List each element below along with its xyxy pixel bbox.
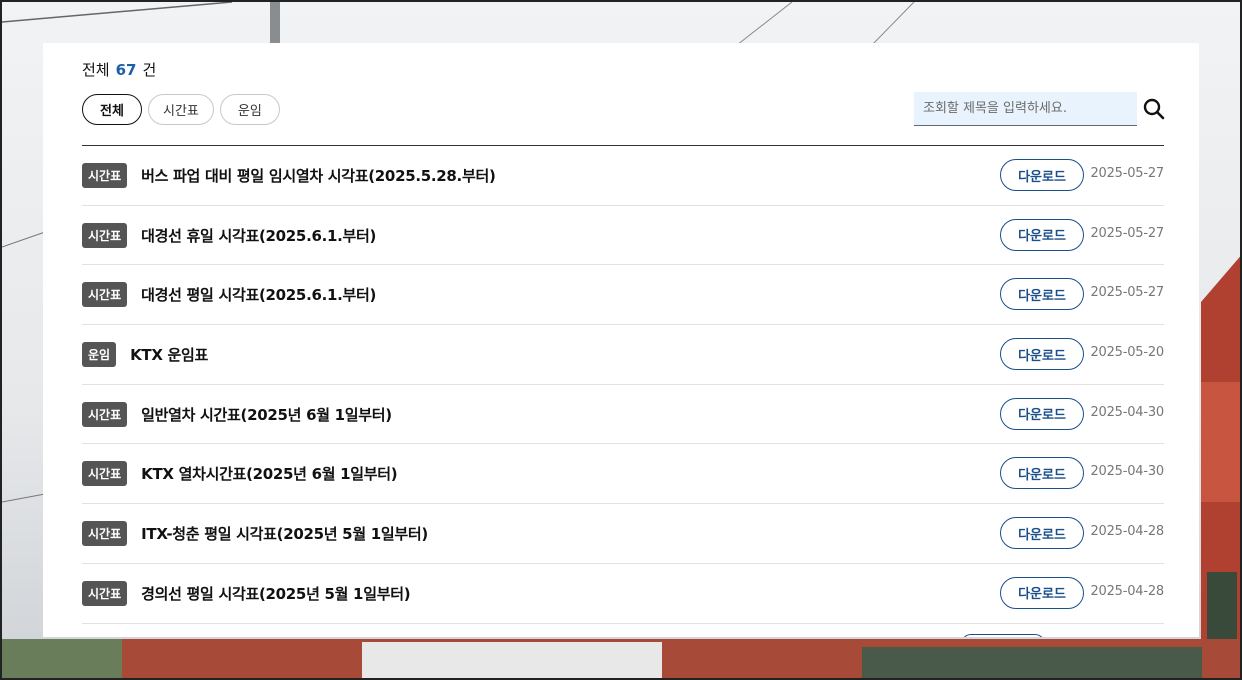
item-date: 2025-05-27 [1090, 166, 1164, 181]
list-item: 시간표 경의선 평일 시각표(2025년 5월 1일부터) 다운로드 2025-… [82, 564, 1164, 624]
item-title[interactable]: 버스 파업 대비 평일 임시열차 시각표(2025.5.28.부터) [141, 165, 496, 186]
timetable-board-panel: 전체 67 건 전체 시간표 운임 시간표 버스 파업 대비 평일 임시열차 시… [43, 43, 1199, 637]
search-button[interactable] [1141, 96, 1167, 122]
download-button[interactable]: 다운로드 [1000, 278, 1084, 311]
list-item: 시간표 일반열차 시간표(2025년 6월 1일부터) 다운로드 2025-04… [82, 385, 1164, 445]
item-date: 2025-04-28 [1090, 524, 1164, 540]
list-item: 시간표 버스 파업 대비 평일 임시열차 시각표(2025.5.28.부터) 다… [82, 146, 1164, 206]
category-badge: 시간표 [82, 401, 128, 427]
download-button[interactable]: 다운로드 [1000, 159, 1084, 191]
download-button[interactable]: 다운로드 [1000, 218, 1084, 251]
category-badge: 시간표 [82, 282, 128, 308]
category-filter: 전체 시간표 운임 [82, 94, 280, 125]
category-badge: 운임 [82, 341, 117, 367]
category-badge: 시간표 [82, 520, 128, 546]
total-number: 67 [115, 61, 137, 79]
item-title[interactable]: 일반열차 시간표(2025년 6월 1일부터) [141, 404, 392, 425]
total-count: 전체 67 건 [82, 59, 156, 80]
file-list: 시간표 버스 파업 대비 평일 임시열차 시각표(2025.5.28.부터) 다… [82, 145, 1164, 624]
item-title[interactable]: ITX-청춘 평일 시각표(2025년 5월 1일부터) [141, 523, 428, 544]
total-label: 전체 [82, 61, 110, 79]
item-title[interactable]: 대경선 휴일 시각표(2025.6.1.부터) [141, 225, 376, 246]
filter-all[interactable]: 전체 [82, 94, 142, 125]
category-badge: 시간표 [82, 222, 128, 248]
download-button[interactable]: 다운로드 [1000, 397, 1084, 430]
search-input[interactable] [914, 92, 1137, 125]
item-title[interactable]: KTX 열차시간표(2025년 6월 1일부터) [141, 463, 398, 484]
search-icon [1143, 98, 1165, 120]
item-title[interactable]: 경의선 평일 시각표(2025년 5월 1일부터) [141, 583, 410, 604]
download-button[interactable]: 다운로드 [1000, 517, 1084, 550]
list-item: 시간표 ITX-청춘 평일 시각표(2025년 5월 1일부터) 다운로드 20… [82, 504, 1164, 564]
list-item: 시간표 KTX 열차시간표(2025년 6월 1일부터) 다운로드 2025-0… [82, 444, 1164, 505]
category-badge: 시간표 [82, 461, 128, 487]
item-date: 2025-04-30 [1090, 464, 1164, 480]
item-title[interactable]: KTX 운임표 [130, 344, 208, 365]
item-date: 2025-04-30 [1090, 404, 1164, 420]
item-date: 2025-05-27 [1090, 225, 1164, 241]
list-item: 시간표 대경선 휴일 시각표(2025.6.1.부터) 다운로드 2025-05… [82, 206, 1164, 266]
item-title[interactable]: 대경선 평일 시각표(2025.6.1.부터) [141, 284, 376, 305]
list-item: 시간표 대경선 평일 시각표(2025.6.1.부터) 다운로드 2025-05… [82, 265, 1164, 326]
download-button[interactable]: 다운로드 [1000, 576, 1084, 609]
total-unit: 건 [142, 61, 157, 79]
item-date: 2025-04-28 [1090, 583, 1164, 599]
filter-fare[interactable]: 운임 [219, 94, 280, 125]
list-item: 운임 KTX 운임표 다운로드 2025-05-20 [82, 325, 1164, 385]
item-date: 2025-05-27 [1090, 285, 1164, 301]
search-box [914, 92, 1137, 126]
category-badge: 시간표 [82, 580, 128, 606]
item-date: 2025-05-20 [1090, 345, 1164, 361]
category-badge: 시간표 [82, 162, 128, 188]
download-button[interactable]: 다운로드 [1000, 457, 1084, 490]
next-download-button-partial [961, 634, 1045, 637]
download-button[interactable]: 다운로드 [1000, 338, 1084, 371]
filter-timetable[interactable]: 시간표 [148, 94, 214, 125]
